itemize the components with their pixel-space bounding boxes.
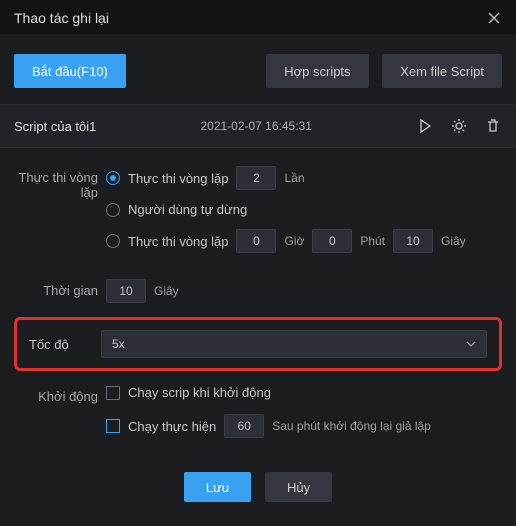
speed-value: 5x — [112, 337, 125, 351]
chevron-down-icon — [466, 341, 476, 347]
minutes-unit: Phút — [360, 234, 385, 248]
gear-icon[interactable] — [450, 117, 468, 135]
startup-label: Khởi động — [14, 385, 106, 404]
loop-count-input[interactable] — [236, 166, 276, 190]
speed-label: Tốc độ — [29, 337, 101, 352]
hours-unit: Giờ — [284, 234, 304, 248]
loop-seconds-input[interactable] — [393, 229, 433, 253]
script-name: Script của tôi1 — [14, 119, 96, 134]
run-on-start-checkbox[interactable]: Chạy scrip khi khởi động — [106, 385, 502, 400]
loop-hours-input[interactable] — [236, 229, 276, 253]
loop-minutes-input[interactable] — [312, 229, 352, 253]
run-after-checkbox[interactable]: Chạy thực hiện Sau phút khởi động lại gi… — [106, 414, 502, 438]
save-button[interactable]: Lưu — [184, 472, 251, 502]
merge-scripts-button[interactable]: Hợp scripts — [266, 54, 368, 88]
window-title: Thao tác ghi lại — [14, 10, 109, 26]
speed-highlight: Tốc độ 5x — [14, 317, 502, 371]
radio-icon — [106, 234, 120, 248]
time-label: Thời gian — [14, 279, 106, 298]
checkbox-icon — [106, 419, 120, 433]
time-unit: Giây — [154, 284, 179, 298]
loop-user-stop-text: Người dùng tự dừng — [128, 202, 247, 217]
run-after-text: Chạy thực hiện — [128, 419, 216, 434]
loop-count-text: Thực thi vòng lặp — [128, 171, 228, 186]
radio-icon — [106, 203, 120, 217]
loop-label: Thực thi vòng lặp — [14, 166, 106, 200]
trash-icon[interactable] — [484, 117, 502, 135]
start-button[interactable]: Bắt đầu(F10) — [14, 54, 126, 88]
close-icon[interactable] — [486, 10, 502, 26]
seconds-unit: Giây — [441, 234, 466, 248]
run-after-suffix: Sau phút khởi động lại giả lập — [272, 419, 431, 433]
radio-icon — [106, 171, 120, 185]
time-input[interactable] — [106, 279, 146, 303]
play-icon[interactable] — [416, 117, 434, 135]
loop-time-text: Thực thi vòng lặp — [128, 234, 228, 249]
run-on-start-text: Chạy scrip khi khởi động — [128, 385, 271, 400]
script-date: 2021-02-07 16:45:31 — [200, 119, 311, 133]
loop-user-stop-radio[interactable]: Người dùng tự dừng — [106, 202, 502, 217]
view-script-file-button[interactable]: Xem file Script — [382, 54, 502, 88]
speed-select[interactable]: 5x — [101, 330, 487, 358]
checkbox-icon — [106, 386, 120, 400]
loop-time-radio[interactable]: Thực thi vòng lặp Giờ Phút Giây — [106, 229, 502, 253]
loop-count-unit: Lần — [284, 171, 304, 185]
loop-count-radio[interactable]: Thực thi vòng lặp Lần — [106, 166, 502, 190]
cancel-button[interactable]: Hủy — [265, 472, 332, 502]
run-after-input[interactable] — [224, 414, 264, 438]
